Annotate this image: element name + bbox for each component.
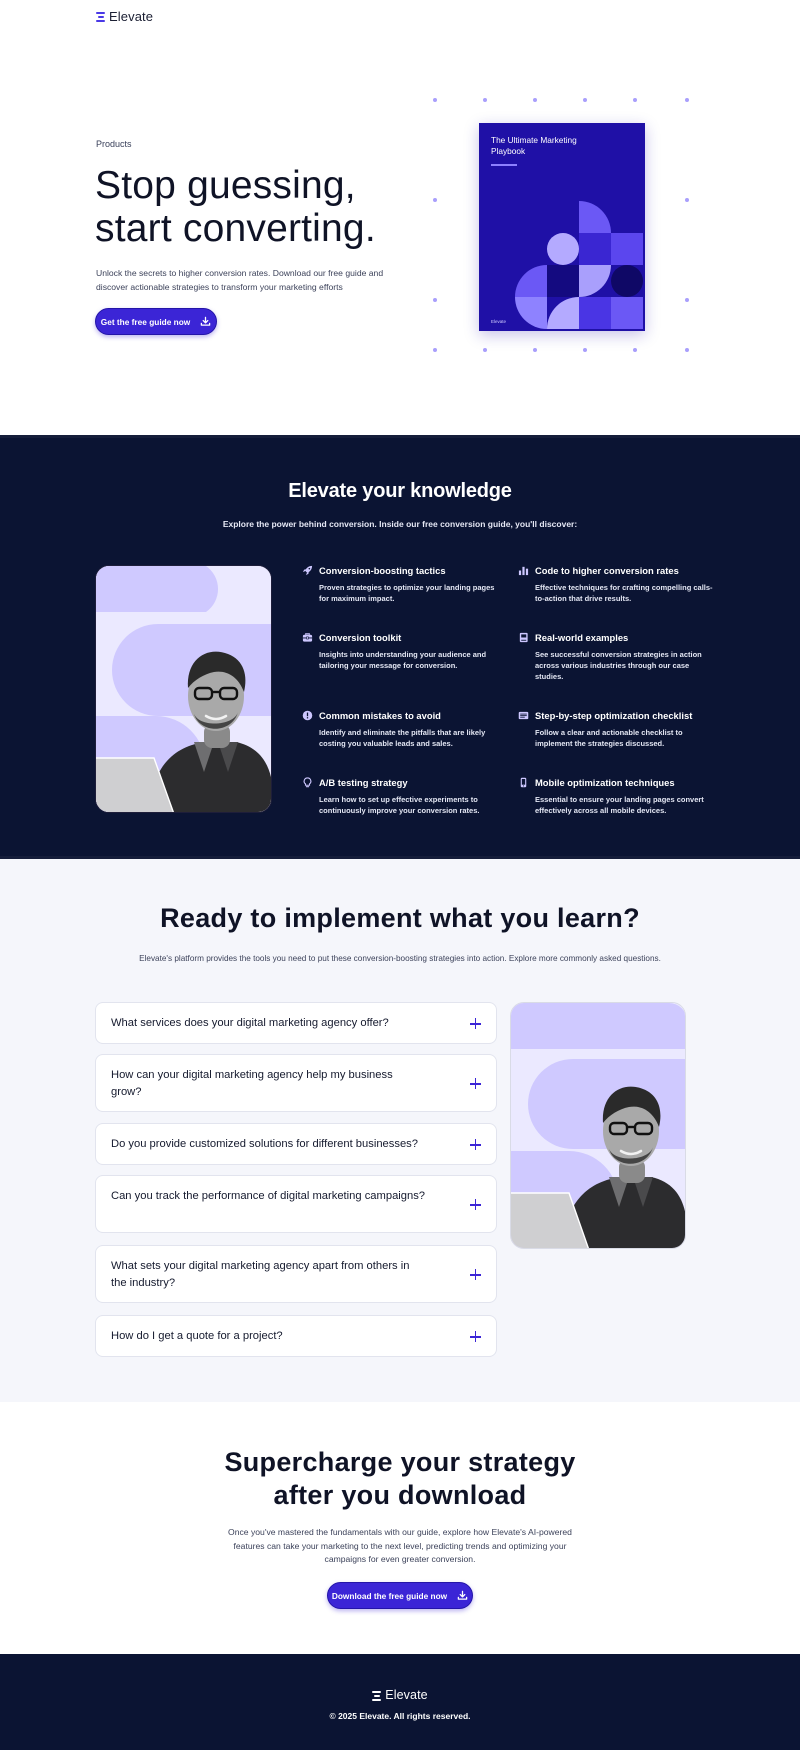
feature-title: Common mistakes to avoid <box>319 710 441 721</box>
lightbulb-icon <box>303 777 312 788</box>
feature-item: Conversion-boosting tactics Proven strat… <box>302 565 494 604</box>
footer-logo[interactable]: Elevate <box>0 1688 800 1702</box>
faq-item[interactable]: What services does your digital marketin… <box>95 1002 497 1044</box>
faq-question: What sets your digital marketing agency … <box>111 1260 410 1289</box>
plus-icon[interactable] <box>470 1331 481 1342</box>
ebook-geometric-art <box>515 201 643 329</box>
knowledge-subtitle: Explore the power behind conversion. Ins… <box>222 519 578 529</box>
faq-question: What services does your digital marketin… <box>111 1017 389 1029</box>
hero-title: Stop guessing, start converting. <box>95 164 376 250</box>
feature-title: Step-by-step optimization checklist <box>535 710 693 721</box>
logo-mark-icon <box>372 1690 382 1701</box>
bar-chart-icon <box>518 566 529 576</box>
get-guide-button[interactable]: Get the free guide now <box>95 308 217 335</box>
plus-icon[interactable] <box>470 1018 481 1029</box>
faq-question: Can you track the performance of digital… <box>111 1190 426 1202</box>
knowledge-section: Elevate your knowledge Explore the power… <box>0 435 800 859</box>
feature-item: Step-by-step optimization checklist Foll… <box>518 710 708 749</box>
feature-description: Insights into understanding your audienc… <box>319 650 487 670</box>
download-guide-button[interactable]: Download the free guide now <box>327 1582 473 1609</box>
faq-item[interactable]: How can your digital marketing agency he… <box>95 1054 497 1112</box>
cta-title-line: after you download <box>273 1480 527 1510</box>
feature-description: Effective techniques for crafting compel… <box>535 583 713 603</box>
rocket-icon <box>302 565 313 576</box>
logo-text: Elevate <box>109 9 154 24</box>
feature-description: See successful conversion strategies in … <box>535 650 702 681</box>
toolbox-icon <box>302 633 313 642</box>
feature-item: Real-world examples See successful conve… <box>518 632 708 682</box>
faq-title: Ready to implement what you learn? <box>160 903 640 933</box>
ebook-brand: Elevate <box>491 319 507 324</box>
faq-item[interactable]: What sets your digital marketing agency … <box>95 1245 497 1303</box>
feature-title: Real-world examples <box>535 632 629 643</box>
feature-title: Mobile optimization techniques <box>535 777 675 788</box>
copyright-text: © 2025 Elevate. All rights reserved. <box>329 1711 471 1721</box>
knowledge-title: Elevate your knowledge <box>288 480 512 502</box>
feature-description: Essential to ensure your landing pages c… <box>535 795 704 815</box>
feature-description: Learn how to set up effective experiment… <box>319 795 480 815</box>
site-footer: Elevate © 2025 Elevate. All rights reser… <box>0 1654 800 1750</box>
faq-question: Do you provide customized solutions for … <box>111 1138 418 1150</box>
plus-icon[interactable] <box>470 1199 481 1210</box>
logo[interactable]: Elevate <box>96 9 153 24</box>
hero-section: Products Stop guessing, start converting… <box>0 40 800 435</box>
book-icon <box>519 632 528 643</box>
alert-icon <box>302 710 313 721</box>
mobile-icon <box>520 777 527 788</box>
logo-mark-icon <box>96 11 106 22</box>
feature-item: A/B testing strategy Learn how to set up… <box>302 777 492 816</box>
feature-description: Identify and eliminate the pitfalls that… <box>319 728 486 748</box>
cta-section: Supercharge your strategy after you down… <box>0 1402 800 1654</box>
hero-eyebrow: Products <box>96 139 132 149</box>
plus-icon[interactable] <box>470 1269 481 1280</box>
cta-description: Once you've mastered the fundamentals wi… <box>228 1527 572 1564</box>
ebook-cover: The Ultimate Marketing Playbook Elevate <box>479 123 645 331</box>
feature-description: Proven strategies to optimize your landi… <box>319 583 495 603</box>
feature-title: Conversion-boosting tactics <box>319 565 446 576</box>
feature-title: A/B testing strategy <box>319 777 408 788</box>
faq-item[interactable]: Can you track the performance of digital… <box>95 1175 497 1233</box>
hero-description: Unlock the secrets to higher conversion … <box>96 268 384 292</box>
person-photo <box>510 1002 686 1249</box>
plus-icon[interactable] <box>470 1139 481 1150</box>
cta-title: Supercharge your strategy after you down… <box>0 1446 800 1512</box>
download-icon <box>457 1590 468 1600</box>
site-header: Elevate <box>0 0 800 40</box>
download-icon <box>200 316 211 326</box>
feature-description: Follow a clear and actionable checklist … <box>535 728 683 748</box>
footer-logo-text: Elevate <box>385 1688 428 1702</box>
cta-title-line: Supercharge your strategy <box>224 1447 576 1477</box>
checklist-icon <box>518 711 529 720</box>
faq-question: How can your digital marketing agency he… <box>111 1069 393 1098</box>
feature-title: Conversion toolkit <box>319 632 402 643</box>
feature-title: Code to higher conversion rates <box>535 565 679 576</box>
feature-item: Conversion toolkit Insights into underst… <box>302 632 492 671</box>
faq-question: How do I get a quote for a project? <box>111 1330 283 1342</box>
get-guide-button-label: Get the free guide now <box>100 316 191 327</box>
feature-item: Mobile optimization techniques Essential… <box>518 777 708 816</box>
faq-subtitle: Elevate's platform provides the tools yo… <box>139 954 661 963</box>
download-guide-button-label: Download the free guide now <box>331 1590 448 1601</box>
faq-item[interactable]: How do I get a quote for a project? <box>95 1315 497 1357</box>
faq-section: Ready to implement what you learn? Eleva… <box>0 859 800 1402</box>
plus-icon[interactable] <box>470 1078 481 1089</box>
feature-item: Code to higher conversion rates Effectiv… <box>518 565 713 604</box>
person-photo <box>95 565 272 813</box>
faq-item[interactable]: Do you provide customized solutions for … <box>95 1123 497 1165</box>
feature-item: Common mistakes to avoid Identify and el… <box>302 710 492 749</box>
